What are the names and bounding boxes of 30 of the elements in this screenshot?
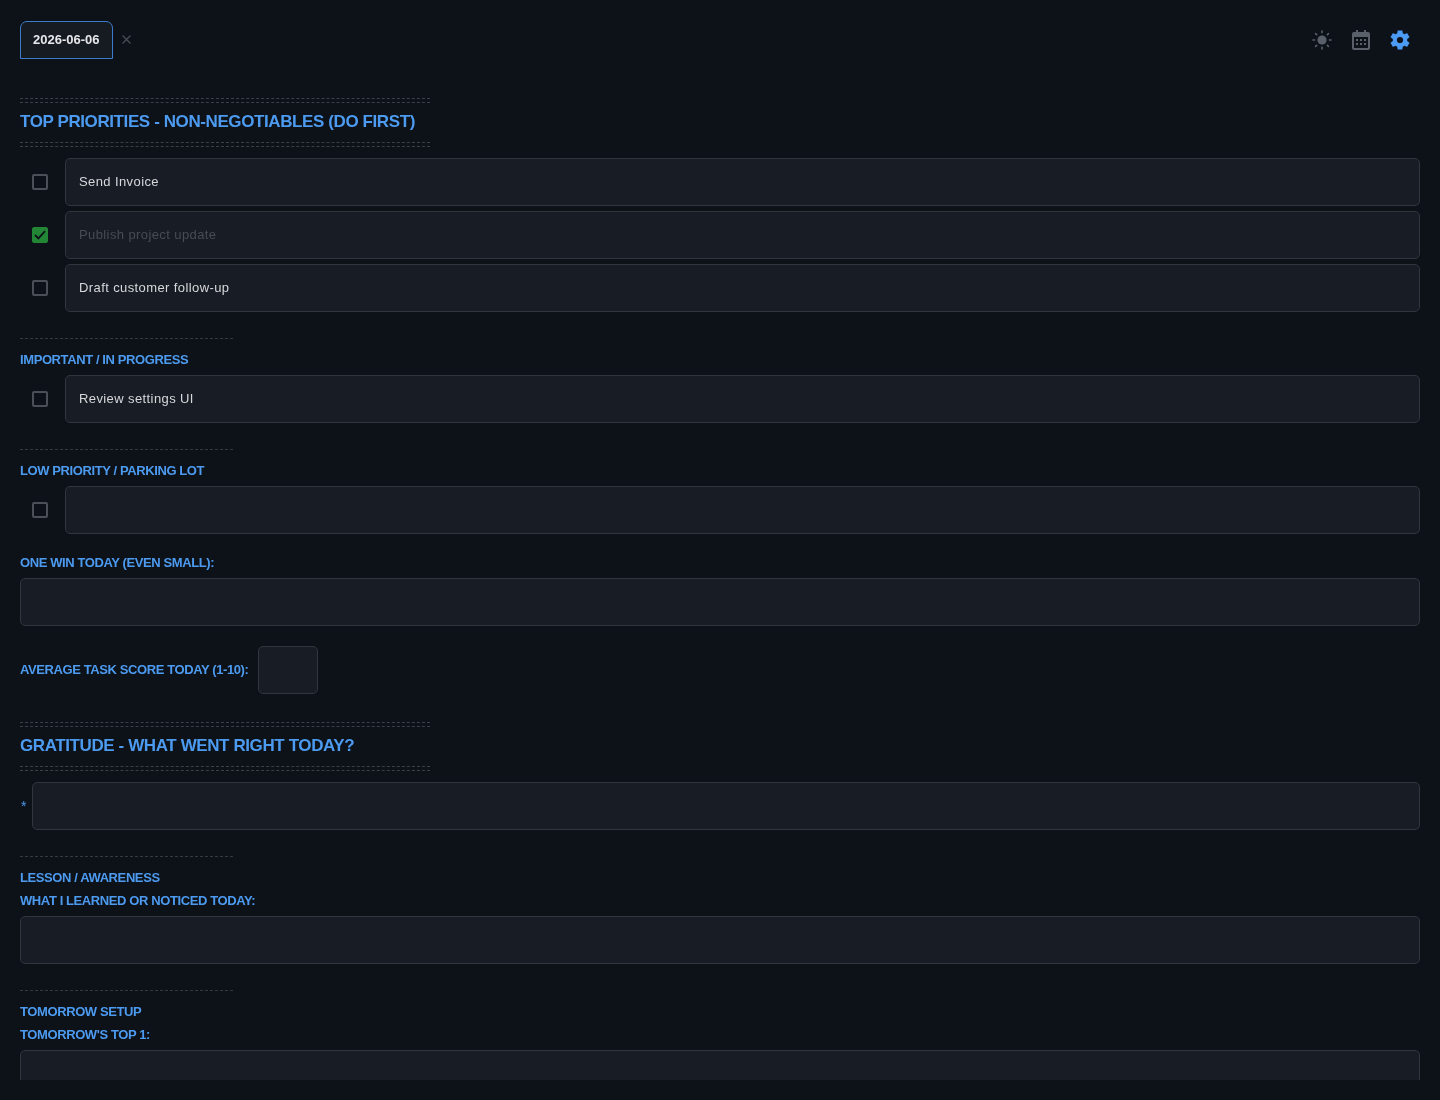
section-title: LOW PRIORITY / PARKING LOT [20,463,206,479]
task-field[interactable]: Draft customer follow-up [65,264,1420,312]
section-title: TOMORROW SETUP [20,1004,143,1020]
date-tab[interactable]: 2026-06-06 [20,21,113,59]
checkbox[interactable] [32,227,48,243]
section-title: GRATITUDE - WHAT WENT RIGHT TODAY? [20,736,356,756]
task-field[interactable]: Review settings UI [65,375,1420,423]
checkbox[interactable] [32,174,48,190]
checkbox[interactable] [32,280,48,296]
field-label: AVERAGE TASK SCORE TODAY (1-10): [20,662,249,678]
field-label: WHAT I LEARNED OR NOTICED TODAY: [20,893,257,909]
field-label: ONE WIN TODAY (EVEN SMALL): [20,555,216,571]
close-icon[interactable] [121,34,131,44]
field-label: TOMORROW'S TOP 1: [20,1027,151,1043]
score-field[interactable] [258,646,319,694]
checkbox[interactable] [32,502,48,518]
section-title: TOP PRIORITIES - NON-NEGOTIABLES (DO FIRST) [20,112,416,132]
text-field[interactable] [32,782,1420,830]
text-field[interactable] [20,916,1420,964]
section-title: LESSON / AWARENESS [20,870,161,886]
section-title: IMPORTANT / IN PROGRESS [20,352,190,368]
sun-icon[interactable] [1312,30,1332,50]
task-field[interactable] [65,486,1420,534]
checkbox[interactable] [32,391,48,407]
text-field[interactable] [20,578,1420,626]
calendar-icon[interactable] [1352,30,1370,50]
task-field[interactable]: Send Invoice [65,158,1420,206]
bullet-marker: * [21,798,28,814]
settings-icon[interactable] [1390,30,1410,50]
check-icon [34,230,46,240]
